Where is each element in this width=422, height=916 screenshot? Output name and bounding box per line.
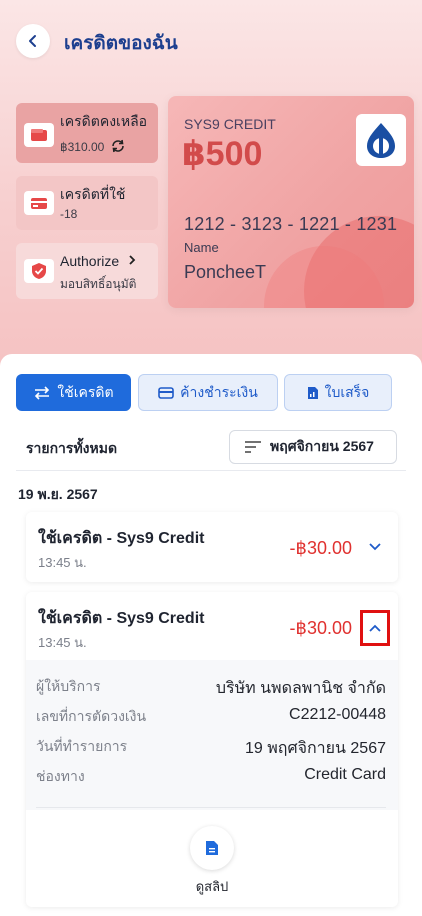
- month-filter-button[interactable]: พฤศจิกายน 2567: [229, 430, 397, 464]
- transaction-item[interactable]: ใช้เครดิต - Sys9 Credit 13:45 น. -฿30.00: [26, 512, 398, 582]
- used-label: เครดิตที่ใช้: [60, 186, 126, 202]
- detail-key: ผู้ให้บริการ: [36, 678, 101, 694]
- refresh-icon[interactable]: [110, 139, 126, 153]
- brand-logo-icon: [356, 114, 406, 166]
- tab-label: ใบเสร็จ: [324, 383, 370, 400]
- transaction-time: 13:45 น.: [38, 635, 87, 650]
- divider: [16, 470, 406, 471]
- transaction-amount: -฿30.00: [289, 538, 353, 558]
- transaction-details: ผู้ให้บริการ บริษัท นพดลพานิช จำกัด เลขท…: [26, 660, 398, 810]
- card-amount: ฿500: [182, 135, 263, 173]
- authorize-label-row: Authorize: [60, 253, 137, 269]
- used-value: -18: [60, 207, 78, 221]
- card-holder-name: PoncheeT: [184, 262, 267, 282]
- group-date: 19 พ.ย. 2567: [18, 486, 98, 502]
- swap-arrows-icon: [35, 385, 50, 400]
- card-brand: SYS9 CREDIT: [184, 116, 276, 132]
- used-credit-card: เครดิตที่ใช้ -18: [16, 176, 158, 230]
- card-icon: [24, 191, 54, 215]
- detail-value: 19 พฤศจิกายน 2567: [244, 740, 386, 757]
- card-name-label: Name: [184, 240, 219, 255]
- shield-check-icon: [24, 259, 54, 283]
- receipt-icon: [307, 386, 318, 399]
- list-heading: รายการทั้งหมด: [26, 440, 118, 456]
- tab-outstanding[interactable]: ค้างชำระเงิน: [138, 374, 278, 411]
- detail-key: วันที่ทำรายการ: [36, 738, 128, 754]
- transaction-amount: -฿30.00: [289, 618, 353, 638]
- view-slip-label: ดูสลิป: [195, 879, 229, 894]
- chevron-down-icon: [369, 543, 381, 551]
- detail-value: Credit Card: [304, 766, 386, 783]
- tab-label: ค้างชำระเงิน: [180, 383, 258, 400]
- header-area: เครดิตของฉัน เครดิตคงเหลือ ฿310.00 เครดิ…: [0, 0, 422, 372]
- detail-key: ช่องทาง: [36, 768, 85, 784]
- card-number: 1212 - 3123 - 1221 - 1231: [184, 214, 398, 234]
- filter-lines-icon: [245, 441, 261, 453]
- chevron-right-icon: [129, 255, 136, 265]
- detail-value: C2212-00448: [289, 706, 386, 723]
- credit-card-icon: [158, 386, 174, 399]
- remaining-label: เครดิตคงเหลือ: [60, 113, 148, 129]
- authorize-sub: มอบสิทธิ์อนุมัติ: [60, 277, 137, 291]
- tab-label: ใช้เครดิต: [57, 383, 114, 400]
- document-icon: [206, 841, 218, 855]
- detail-row-date: วันที่ทำรายการ 19 พฤศจิกายน 2567: [36, 736, 386, 761]
- transaction-time: 13:45 น.: [38, 555, 87, 570]
- remaining-value: ฿310.00: [60, 140, 105, 154]
- page-title: เครดิตของฉัน: [64, 33, 178, 54]
- chevron-left-icon: [29, 35, 36, 47]
- view-slip-button[interactable]: [190, 826, 234, 870]
- transaction-title: ใช้เครดิต - Sys9 Credit: [38, 610, 205, 627]
- transaction-title: ใช้เครดิต - Sys9 Credit: [38, 530, 205, 547]
- tab-use-credit[interactable]: ใช้เครดิต: [16, 374, 131, 411]
- filter-label: พฤศจิกายน 2567: [270, 438, 374, 454]
- authorize-label: Authorize: [60, 253, 120, 269]
- divider: [36, 807, 386, 808]
- collapse-button[interactable]: [360, 610, 390, 646]
- detail-key: เลขที่การตัดวงเงิน: [36, 708, 147, 724]
- expand-button[interactable]: [362, 534, 388, 560]
- credit-card: SYS9 CREDIT ฿500 1212 - 3123 - 1221 - 12…: [168, 96, 414, 308]
- remaining-credit-card: เครดิตคงเหลือ ฿310.00: [16, 103, 158, 163]
- back-button[interactable]: [16, 24, 50, 58]
- transaction-item-expanded[interactable]: ใช้เครดิต - Sys9 Credit 13:45 น. -฿30.00…: [26, 592, 398, 907]
- detail-value: บริษัท นพดลพานิช จำกัด: [215, 680, 386, 697]
- wallet-icon: [24, 123, 54, 147]
- detail-row-ref: เลขที่การตัดวงเงิน C2212-00448: [36, 706, 386, 728]
- authorize-button[interactable]: Authorize มอบสิทธิ์อนุมัติ: [16, 243, 158, 299]
- detail-row-provider: ผู้ให้บริการ บริษัท นพดลพานิช จำกัด: [36, 676, 386, 701]
- detail-row-channel: ช่องทาง Credit Card: [36, 766, 386, 788]
- tab-receipt[interactable]: ใบเสร็จ: [284, 374, 392, 411]
- chevron-up-icon: [369, 624, 381, 632]
- remaining-value-row: ฿310.00: [60, 139, 126, 154]
- content-panel: ใช้เครดิต ค้างชำระเงิน ใบเสร็จ รายการทั้…: [0, 354, 422, 916]
